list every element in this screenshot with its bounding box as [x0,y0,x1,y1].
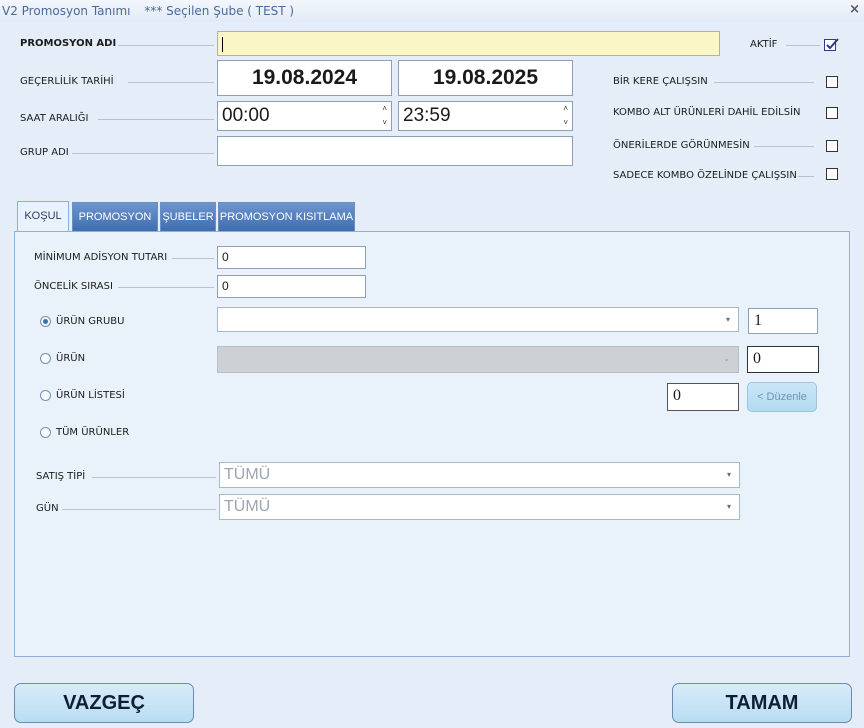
tab-kosul[interactable]: KOŞUL [17,201,69,232]
product-list-qty-value: 0 [673,387,681,404]
tab-subeler[interactable]: ŞUBELER [160,202,216,231]
radio-product-list-label[interactable]: ÜRÜN LİSTESİ [56,390,125,401]
priority-input[interactable]: 0 [217,275,366,298]
chevron-down-icon: ▾ [726,470,731,479]
active-checkbox[interactable] [824,38,839,51]
leader-line [118,45,214,46]
sale-type-label: SATIŞ TİPİ [36,471,86,482]
spin-down-icon[interactable]: ˅ [382,119,387,127]
validity-label: GEÇERLİLİK TARİHİ [20,76,114,87]
spin-down-icon[interactable]: ˅ [563,119,568,127]
promo-name-label: PROMOSYON ADI [20,38,117,49]
date-start-input[interactable]: 19.08.2024 [217,60,392,96]
chevron-down-icon: ▾ [726,502,731,511]
edit-list-button[interactable]: < Düzenle [747,382,817,412]
time-start-input[interactable]: 00:00 ˄ ˅ [217,101,392,131]
sale-type-select[interactable]: TÜMÜ ▾ [219,462,740,488]
ok-button[interactable]: TAMAM [672,683,852,723]
time-range-label: SAAT ARALIĞI [20,113,89,124]
group-name-value [218,140,222,154]
radio-product-group[interactable] [40,316,51,327]
priority-value: 0 [222,279,229,293]
product-group-qty-input[interactable]: 1 [748,308,818,334]
include-combo-checkbox[interactable] [826,107,838,119]
option-label-run-once: BİR KERE ÇALIŞSIN [613,76,708,87]
leader-line [714,82,814,83]
radio-product-label[interactable]: ÜRÜN [56,353,85,364]
radio-product[interactable] [40,353,51,364]
group-name-label: GRUP ADI [20,147,69,158]
spin-up-icon[interactable]: ˄ [382,105,387,113]
promo-name-input[interactable] [217,31,720,56]
product-group-select[interactable]: ▾ [217,307,739,332]
window-subtitle: *** Seçilen Şube ( TEST ) [144,4,295,18]
spin-up-icon[interactable]: ˄ [563,105,568,113]
radio-all-products-label[interactable]: TÜM ÜRÜNLER [56,427,129,438]
day-select[interactable]: TÜMÜ ▾ [219,494,740,520]
radio-product-group-label[interactable]: ÜRÜN GRUBU [56,316,124,327]
leader-line [798,176,814,177]
group-name-input[interactable] [217,136,573,166]
close-icon[interactable]: × [849,2,860,17]
product-qty-input[interactable]: 0 [747,346,819,373]
leader-line [62,509,216,510]
priority-label: ÖNCELİK SIRASI [34,281,113,292]
time-start-value: 00:00 [222,105,270,126]
leader-line [754,146,814,147]
leader-line [118,287,214,288]
leader-line [72,153,214,154]
min-amount-input[interactable]: 0 [217,246,366,269]
tab-promosyon-kisitlama[interactable]: PROMOSYON KISITLAMA [218,202,355,231]
option-label-include-combo: KOMBO ALT ÜRÜNLERİ DAHİL EDİLSİN [613,107,801,118]
run-once-checkbox[interactable] [826,76,838,88]
text-caret [222,37,223,52]
option-label-combo-only: SADECE KOMBO ÖZELİNDE ÇALIŞSIN [613,170,797,181]
window-title: V2 Promosyon Tanımı [2,4,131,18]
min-amount-label: MİNİMUM ADİSYON TUTARI [34,252,168,263]
leader-line [128,82,214,83]
option-label-hide-suggestions: ÖNERİLERDE GÖRÜNMESİN [613,140,750,151]
min-amount-value: 0 [222,250,229,264]
combo-only-checkbox[interactable] [826,168,838,180]
hide-suggestions-checkbox[interactable] [826,140,838,152]
product-qty-value: 0 [753,350,761,367]
leader-line [98,119,214,120]
checkmark-icon [826,38,839,50]
chevron-down-icon: ⌄ [723,354,730,363]
sale-type-value: TÜMÜ [224,466,271,483]
radio-all-products[interactable] [40,427,51,438]
product-select[interactable]: ⌄ [217,346,739,373]
day-value: TÜMÜ [224,498,271,515]
product-group-qty-value: 1 [754,312,762,329]
product-list-qty-input[interactable]: 0 [667,383,739,411]
date-end-input[interactable]: 19.08.2025 [398,60,573,96]
cancel-button[interactable]: VAZGEÇ [14,683,194,723]
leader-line [172,258,214,259]
condition-panel [14,231,850,657]
time-end-value: 23:59 [403,105,451,126]
title-bar: V2 Promosyon Tanımı *** Seçilen Şube ( T… [0,0,864,22]
leader-line [786,45,820,46]
chevron-down-icon: ▾ [725,315,730,324]
leader-line [92,477,216,478]
day-label: GÜN [36,503,59,514]
option-label-active: AKTİF [750,39,778,50]
tab-promosyon[interactable]: PROMOSYON [72,202,158,231]
time-end-input[interactable]: 23:59 ˄ ˅ [398,101,573,131]
radio-product-list[interactable] [40,390,51,401]
